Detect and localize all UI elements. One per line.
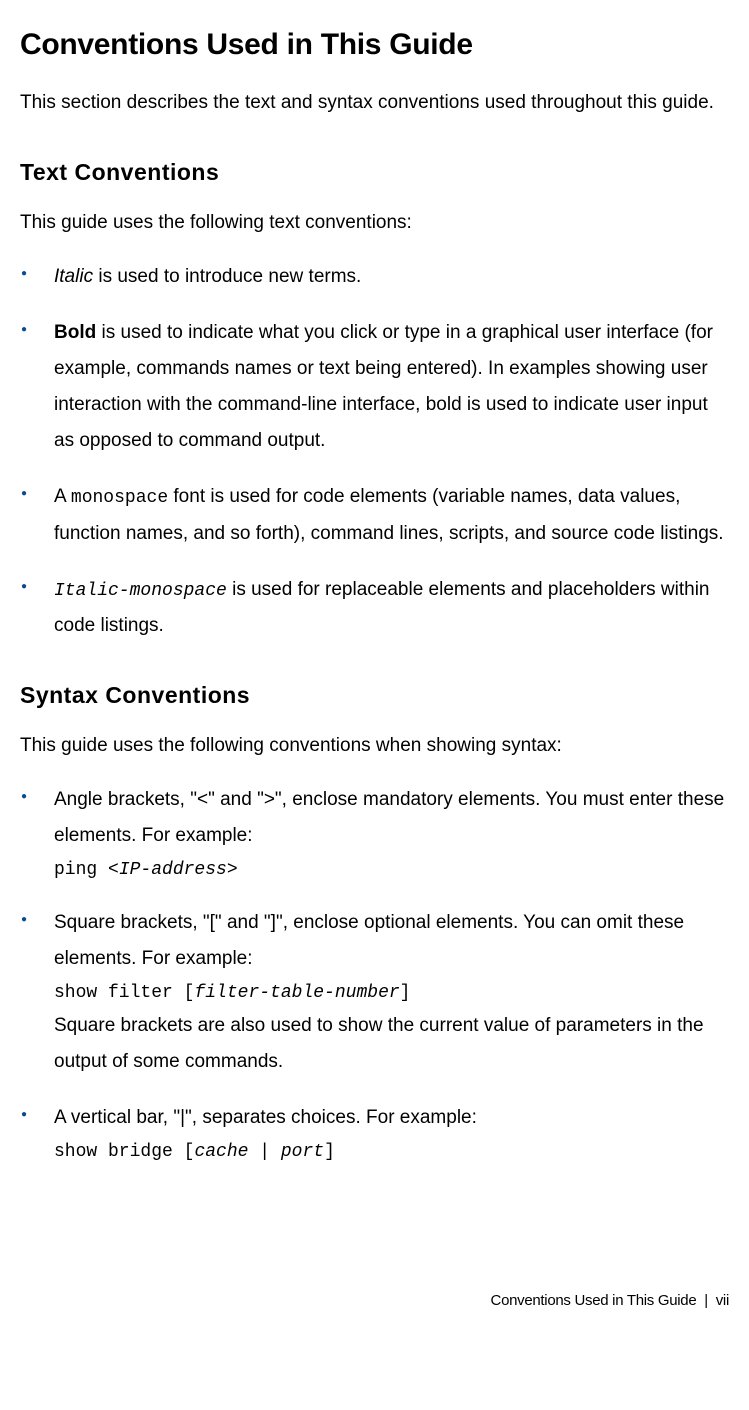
code-text: ] (400, 983, 411, 1003)
list-item: Angle brackets, "<" and ">", enclose man… (20, 782, 729, 885)
list-item: A monospace font is used for code elemen… (20, 479, 729, 551)
page-footer: Conventions Used in This Guide | vii (20, 1287, 729, 1316)
monospace-term: monospace (71, 488, 168, 508)
page-heading: Conventions Used in This Guide (20, 16, 729, 73)
body-text: is used to introduce new terms. (93, 266, 361, 287)
code-example: show bridge [cache | port] (54, 1138, 729, 1167)
italic-term: Italic (54, 266, 93, 287)
code-example: show filter [filter-table-number] (54, 979, 729, 1008)
code-placeholder: cache (194, 1142, 248, 1162)
footer-title: Conventions Used in This Guide (491, 1292, 697, 1309)
body-text: is used to indicate what you click or ty… (54, 322, 713, 451)
page-number: vii (716, 1292, 729, 1309)
syntax-conventions-heading: Syntax Conventions (20, 674, 729, 718)
code-text: ping < (54, 860, 119, 880)
text-conventions-heading: Text Conventions (20, 151, 729, 195)
text-conventions-lead: This guide uses the following text conve… (20, 205, 729, 241)
footer-separator: | (704, 1292, 708, 1309)
code-placeholder: port (281, 1142, 324, 1162)
intro-paragraph: This section describes the text and synt… (20, 85, 729, 121)
code-placeholder: IP-address (119, 860, 227, 880)
italic-monospace-term: Italic-monospace (54, 581, 227, 601)
code-text: > (227, 860, 238, 880)
bold-term: Bold (54, 322, 96, 343)
body-text: Square brackets are also used to show th… (54, 1015, 704, 1072)
list-item: Bold is used to indicate what you click … (20, 315, 729, 459)
list-item: Italic is used to introduce new terms. (20, 259, 729, 295)
body-text: A (54, 486, 71, 507)
list-item: Italic-monospace is used for replaceable… (20, 572, 729, 644)
list-item: A vertical bar, "|", separates choices. … (20, 1100, 729, 1167)
code-example: ping <IP-address> (54, 856, 729, 885)
text-conventions-list: Italic is used to introduce new terms. B… (20, 259, 729, 644)
code-text: show filter [ (54, 983, 194, 1003)
code-text: show bridge [ (54, 1142, 194, 1162)
body-text: Square brackets, "[" and "]", enclose op… (54, 912, 684, 969)
body-text: A vertical bar, "|", separates choices. … (54, 1107, 477, 1128)
code-text: | (248, 1142, 280, 1162)
syntax-conventions-lead: This guide uses the following convention… (20, 728, 729, 764)
code-placeholder: filter-table-number (194, 983, 399, 1003)
body-text: Angle brackets, "<" and ">", enclose man… (54, 789, 724, 846)
code-text: ] (324, 1142, 335, 1162)
syntax-conventions-list: Angle brackets, "<" and ">", enclose man… (20, 782, 729, 1167)
list-item: Square brackets, "[" and "]", enclose op… (20, 905, 729, 1080)
